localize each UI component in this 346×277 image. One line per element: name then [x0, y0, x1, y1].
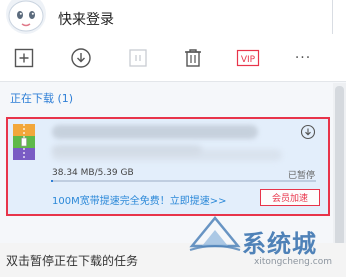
svg-text:VIP: VIP	[241, 55, 256, 65]
delete-button[interactable]	[181, 46, 205, 70]
vip-button[interactable]: VIP	[236, 46, 260, 70]
pause-button[interactable]	[126, 46, 150, 70]
resume-download-icon[interactable]	[300, 124, 316, 140]
file-size-progress: 38.34 MB/5.39 GB	[52, 168, 134, 178]
more-icon[interactable]: ···	[291, 46, 315, 70]
download-task-item[interactable]: 38.34 MB/5.39 GB 已暂停 100M宽带提速完全免费！立即提速>>…	[6, 117, 330, 216]
new-task-button[interactable]	[12, 46, 36, 70]
archive-file-icon	[13, 124, 35, 160]
login-link[interactable]: 快来登录	[58, 9, 114, 29]
trash-icon	[185, 49, 201, 67]
caption-text: 双击暂停正在下载的任务	[6, 254, 139, 268]
blurred-file-name	[52, 125, 258, 139]
cartoon-avatar-icon[interactable]	[6, 0, 46, 34]
download-icon	[71, 48, 91, 68]
watermark-logo-icon	[189, 216, 241, 251]
header: 快来登录	[0, 0, 346, 34]
downloading-section-title[interactable]: 正在下载 (1)	[10, 90, 73, 106]
vip-icon: VIP	[236, 49, 260, 67]
start-download-button[interactable]	[69, 46, 93, 70]
scrollbar-thumb[interactable]	[335, 86, 344, 246]
toolbar: VIP ···	[0, 34, 346, 82]
pause-icon	[129, 49, 147, 67]
speedup-promo-link[interactable]: 100M宽带提速完全免费！立即提速>>	[52, 192, 226, 207]
watermark-name: 系统城	[242, 230, 317, 258]
watermark-url: xitongcheng.com	[254, 257, 332, 267]
vip-speedup-button[interactable]: 会员加速	[260, 189, 320, 206]
download-progress-bar	[51, 180, 316, 182]
header-divider	[332, 0, 333, 34]
new-task-icon	[14, 48, 34, 68]
download-progress-fill	[51, 180, 53, 182]
blurred-detail-bar	[52, 149, 282, 161]
